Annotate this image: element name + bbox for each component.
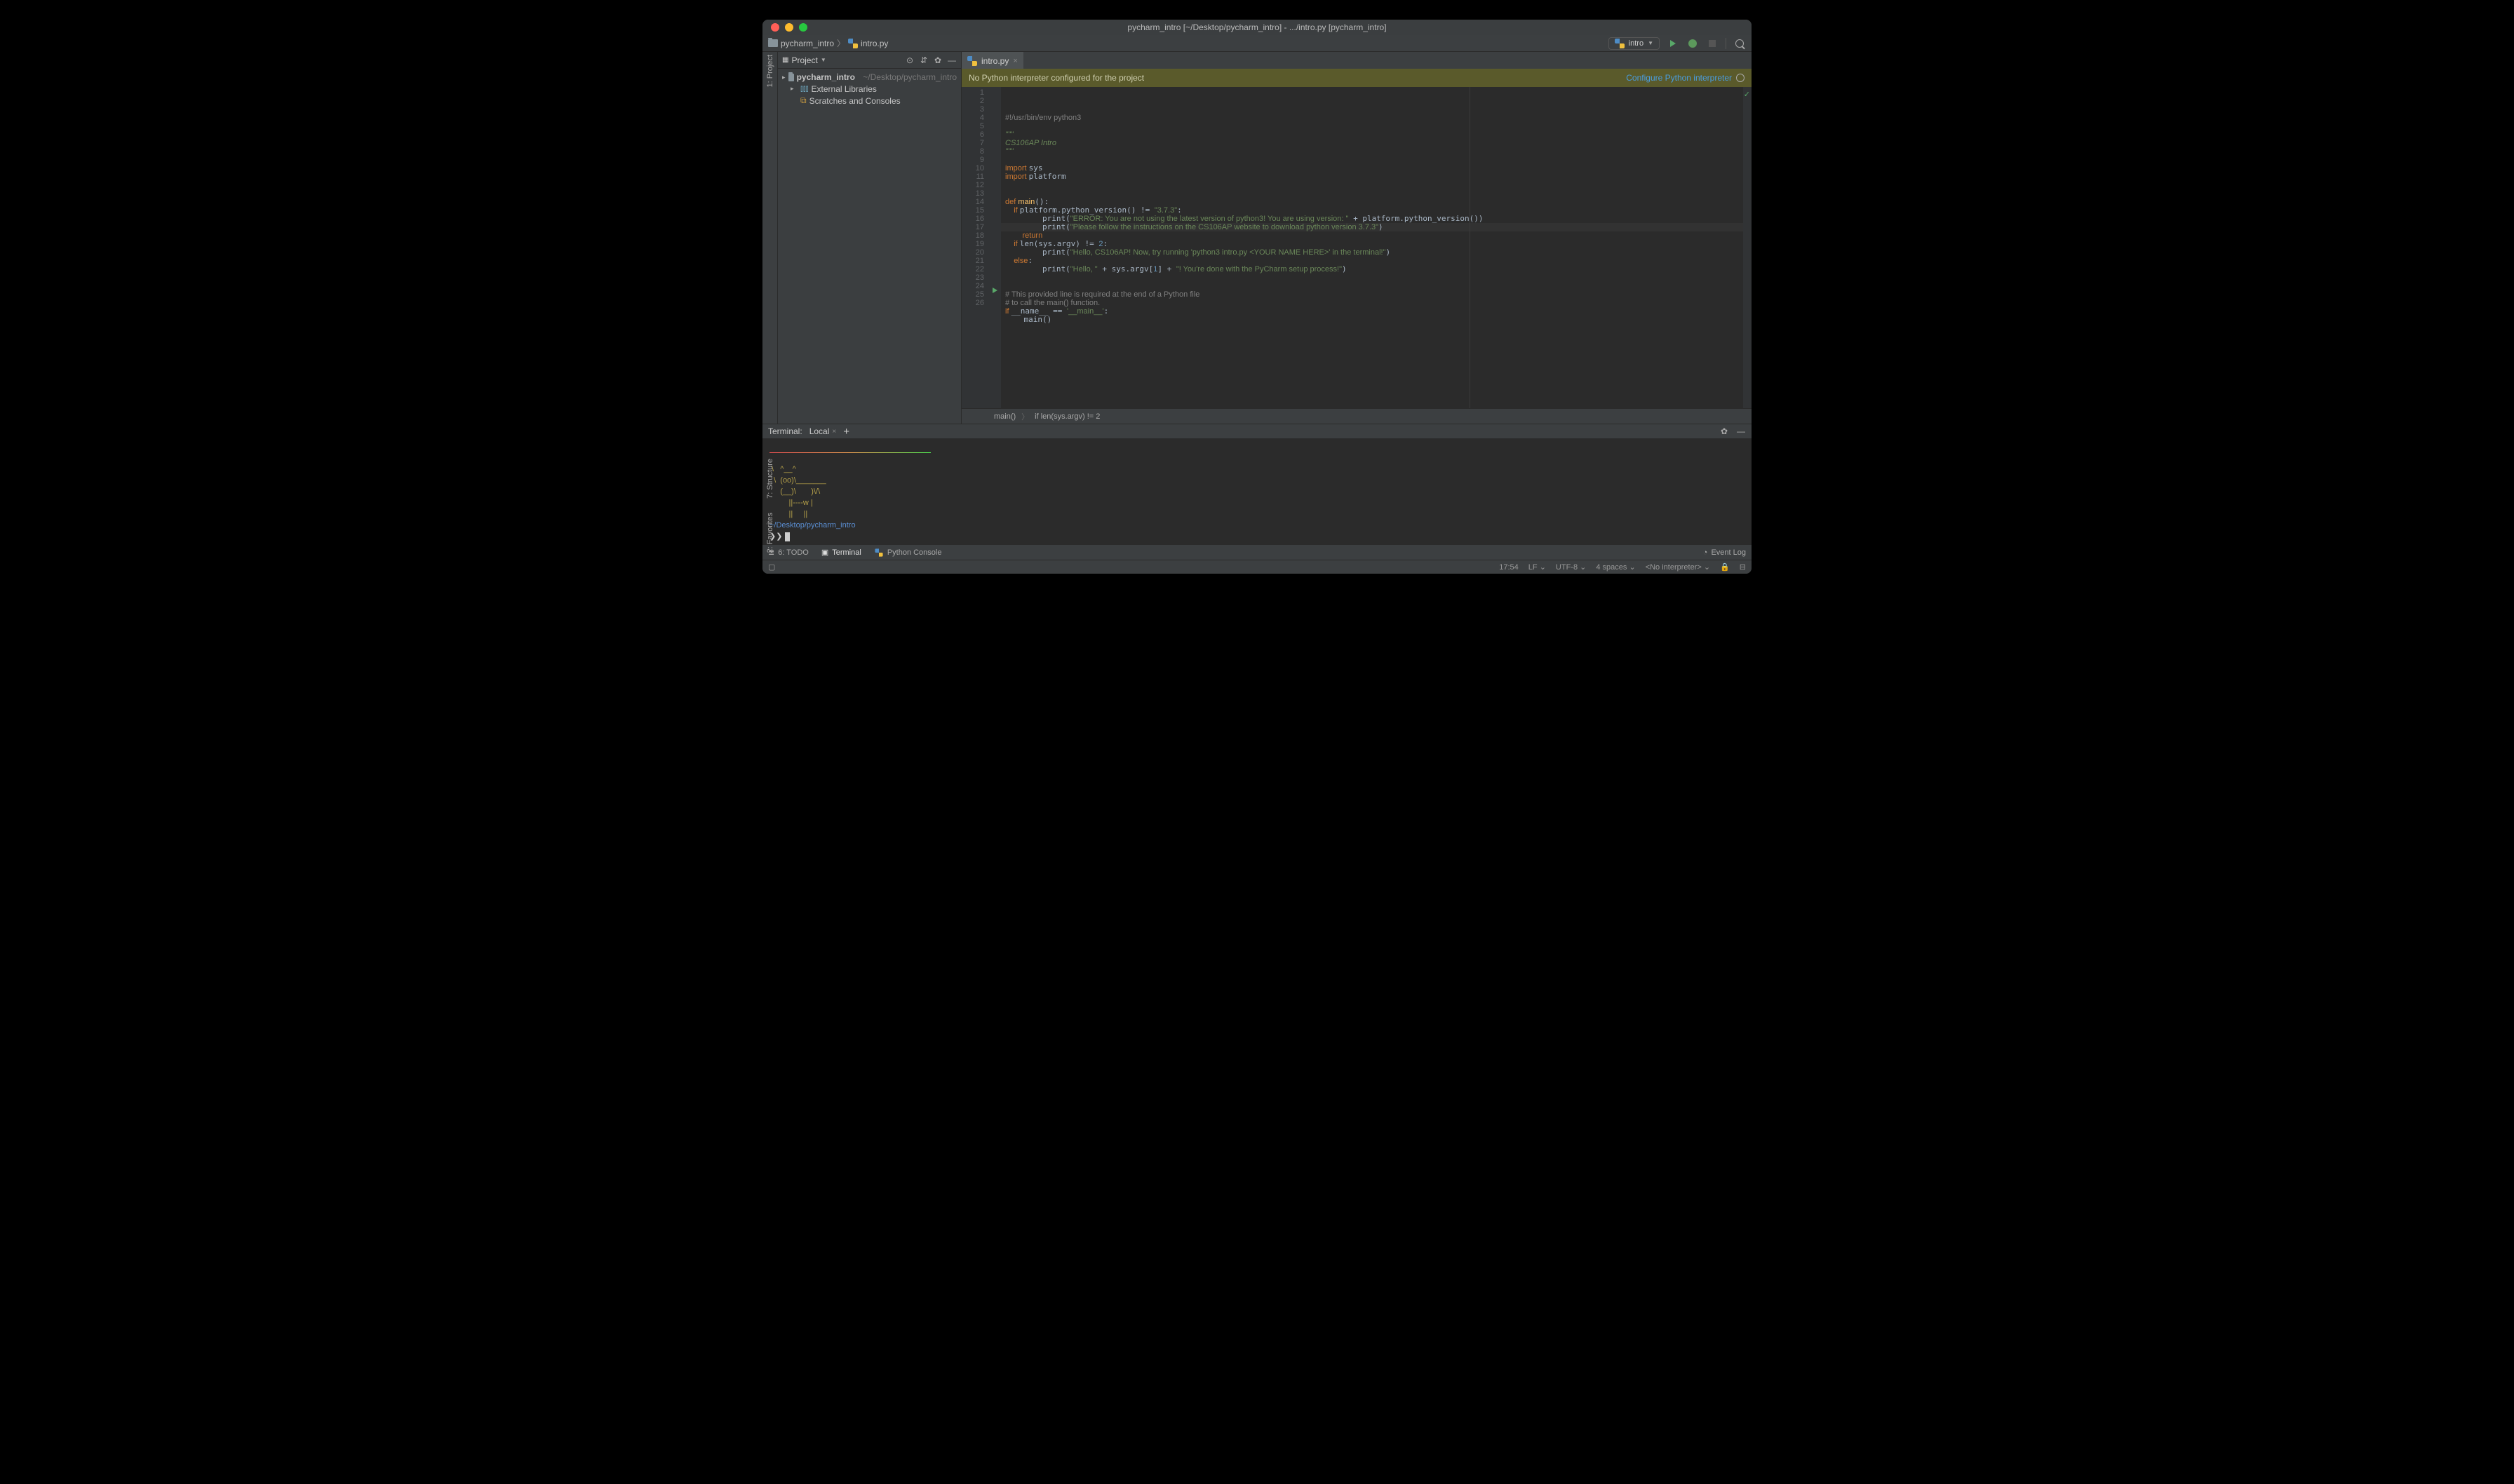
terminal-header: Terminal: Local× + ✿ — bbox=[762, 424, 1752, 439]
terminal-cursor bbox=[785, 532, 790, 541]
close-window-button[interactable] bbox=[771, 23, 779, 32]
tree-external-libraries[interactable]: ▸⫾⫾⫾ External Libraries bbox=[778, 83, 961, 95]
hide-icon[interactable]: — bbox=[947, 55, 957, 65]
cursor-position[interactable]: 17:54 bbox=[1499, 563, 1519, 572]
chevron-down-icon: ▼ bbox=[1648, 40, 1653, 46]
navigation-bar: pycharm_intro 〉 intro.py intro ▼ bbox=[762, 35, 1752, 52]
terminal-title: Terminal: bbox=[768, 426, 802, 436]
python-icon bbox=[875, 548, 882, 556]
python-file-icon bbox=[967, 56, 977, 66]
library-icon: ⫾⫾⫾ bbox=[800, 83, 809, 94]
terminal-panel[interactable]: \ ^__^ \ (oo)\_______ (__)\ )\/\ ||----w… bbox=[762, 439, 1752, 544]
line-separator[interactable]: LF ⌄ bbox=[1528, 562, 1546, 572]
close-tab-icon[interactable]: × bbox=[1013, 57, 1017, 65]
python-icon bbox=[1615, 39, 1625, 48]
terminal-output: \ ^__^ \ (oo)\_______ (__)\ )\/\ ||----w… bbox=[769, 465, 826, 518]
project-tree[interactable]: ▸ pycharm_intro ~/Desktop/pycharm_intro … bbox=[778, 69, 961, 109]
favorites-tool-button[interactable]: 2: Favorites bbox=[766, 513, 774, 553]
stop-icon bbox=[1709, 40, 1716, 47]
ide-status-icon[interactable]: 🔒 bbox=[1720, 562, 1730, 572]
close-terminal-tab-icon[interactable]: × bbox=[832, 428, 836, 436]
terminal-tab[interactable]: Local× bbox=[809, 426, 837, 436]
status-quick-access-icon[interactable]: ▢ bbox=[768, 562, 775, 572]
inspection-ok-icon: ✓ bbox=[1744, 90, 1750, 99]
tree-root[interactable]: ▸ pycharm_intro ~/Desktop/pycharm_intro bbox=[778, 72, 961, 83]
ide-window: pycharm_intro [~/Desktop/pycharm_intro] … bbox=[762, 20, 1752, 574]
breadcrumb-file[interactable]: intro.py bbox=[861, 39, 888, 48]
code-editor[interactable]: #!/usr/bin/env python3 """ CS106AP Intro… bbox=[1001, 87, 1743, 408]
indent-setting[interactable]: 4 spaces ⌄ bbox=[1596, 562, 1635, 572]
terminal-tool-button[interactable]: ▣Terminal bbox=[821, 548, 861, 557]
terminal-divider bbox=[769, 452, 931, 453]
settings-icon[interactable]: ✿ bbox=[933, 55, 943, 65]
run-config-label: intro bbox=[1629, 39, 1643, 48]
window-title: pycharm_intro [~/Desktop/pycharm_intro] … bbox=[762, 22, 1752, 32]
stop-button[interactable] bbox=[1706, 37, 1719, 50]
collapse-icon[interactable]: ⇵ bbox=[919, 55, 929, 65]
structure-tool-button[interactable]: 7: Structure bbox=[766, 459, 774, 499]
debug-button[interactable] bbox=[1686, 37, 1699, 50]
project-tool-button[interactable]: 1: Project bbox=[766, 55, 774, 87]
run-line-marker-icon[interactable] bbox=[993, 288, 997, 293]
error-stripe[interactable]: ✓ bbox=[1743, 87, 1752, 408]
tree-scratches[interactable]: ⧉ Scratches and Consoles bbox=[778, 95, 961, 107]
configure-interpreter-link[interactable]: Configure Python interpreter bbox=[1626, 73, 1745, 83]
python-file-icon bbox=[848, 39, 858, 48]
run-button[interactable] bbox=[1667, 37, 1679, 50]
memory-indicator-icon[interactable]: ⊟ bbox=[1740, 562, 1746, 572]
bug-icon bbox=[1688, 39, 1697, 48]
line-number-gutter[interactable]: 1234567891011121314151617181920212223242… bbox=[962, 87, 991, 408]
editor-tab[interactable]: intro.py × bbox=[962, 52, 1023, 69]
interpreter-warning-banner: No Python interpreter configured for the… bbox=[962, 69, 1752, 87]
folder-icon bbox=[788, 74, 793, 81]
editor-breadcrumb[interactable]: main() 〉 if len(sys.argv) != 2 bbox=[962, 408, 1752, 424]
file-encoding[interactable]: UTF-8 ⌄ bbox=[1556, 562, 1586, 572]
gear-icon bbox=[1736, 74, 1745, 82]
play-icon bbox=[1670, 40, 1676, 47]
bottom-tool-tabs: ≣6: TODO ▣Terminal Python Console ◔Event… bbox=[762, 544, 1752, 560]
terminal-hide-icon[interactable]: — bbox=[1736, 426, 1746, 436]
breadcrumb-project[interactable]: pycharm_intro bbox=[781, 39, 834, 48]
run-gutter[interactable] bbox=[991, 87, 1001, 408]
maximize-window-button[interactable] bbox=[799, 23, 807, 32]
terminal-settings-icon[interactable]: ✿ bbox=[1719, 426, 1729, 436]
scratch-icon: ⧉ bbox=[800, 95, 807, 106]
search-icon bbox=[1735, 39, 1744, 48]
editor-area: intro.py × No Python interpreter configu… bbox=[962, 52, 1752, 574]
search-everywhere-button[interactable] bbox=[1733, 37, 1746, 50]
event-log-button[interactable]: ◔Event Log bbox=[1703, 548, 1746, 557]
editor-tabs: intro.py × bbox=[962, 52, 1752, 69]
sidebar-title: Project bbox=[791, 55, 817, 65]
titlebar: pycharm_intro [~/Desktop/pycharm_intro] … bbox=[762, 20, 1752, 35]
terminal-cwd: ~/Desktop/pycharm_intro bbox=[769, 521, 856, 529]
status-bar: ▢ 17:54 LF ⌄ UTF-8 ⌄ 4 spaces ⌄ <No inte… bbox=[762, 560, 1752, 574]
folder-icon bbox=[768, 39, 778, 47]
warning-message: No Python interpreter configured for the… bbox=[969, 73, 1144, 83]
run-config-selector[interactable]: intro ▼ bbox=[1608, 37, 1660, 50]
interpreter-status[interactable]: <No interpreter> ⌄ bbox=[1646, 562, 1710, 572]
locate-icon[interactable]: ⊙ bbox=[905, 55, 915, 65]
new-terminal-tab-button[interactable]: + bbox=[843, 426, 849, 438]
minimize-window-button[interactable] bbox=[785, 23, 793, 32]
code-content: #!/usr/bin/env python3 """ CS106AP Intro… bbox=[1005, 114, 1739, 324]
python-console-tool-button[interactable]: Python Console bbox=[874, 548, 942, 558]
